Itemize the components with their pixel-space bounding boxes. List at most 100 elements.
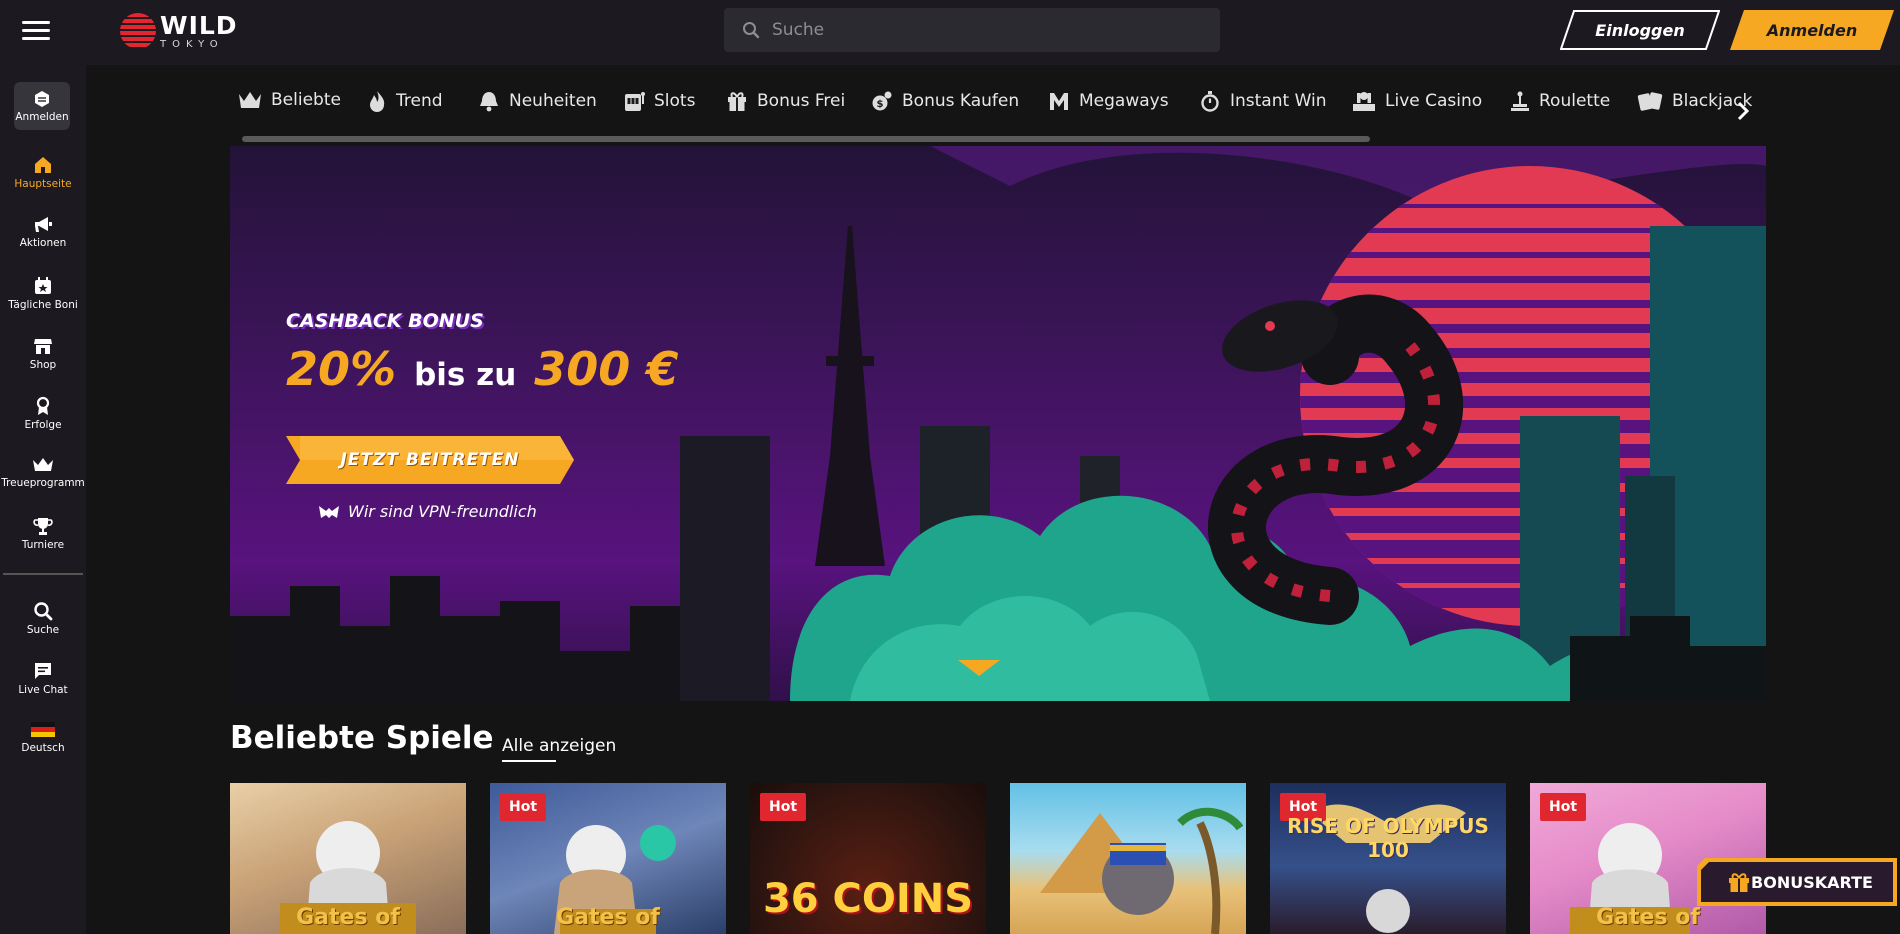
register-button[interactable]: Anmelden: [1730, 10, 1894, 50]
category-neuheiten[interactable]: Neuheiten: [478, 90, 597, 112]
game-card[interactable]: Hot Gates of: [490, 783, 726, 934]
game-caption: Gates of: [1596, 905, 1700, 930]
sidebar-item-hauptseite[interactable]: Hauptseite: [0, 155, 86, 205]
stopwatch-icon: [1201, 91, 1219, 112]
category-label: Neuheiten: [509, 91, 597, 111]
bonus-card-button[interactable]: BONUSKARTE: [1697, 858, 1897, 906]
login-button-label: Einloggen: [1595, 20, 1685, 40]
show-all-underline: [502, 760, 556, 762]
bonus-card-label: BONUSKARTE: [1751, 872, 1873, 892]
sidebar-item-deutsch[interactable]: Deutsch: [0, 721, 86, 771]
chevron-right-icon[interactable]: [1732, 97, 1754, 125]
bell-icon: [480, 92, 498, 112]
vpn-note-text: Wir sind VPN-freundlich: [348, 502, 537, 521]
brand-logo[interactable]: WILD TOKYO: [120, 11, 238, 51]
sidebar-login-label: Anmelden: [15, 111, 69, 123]
sidebar-item-suche[interactable]: Suche: [0, 601, 86, 651]
sidebar-item-label: Hauptseite: [14, 178, 72, 190]
sidebar-item-shop[interactable]: Shop: [0, 336, 86, 386]
section-title: Beliebte Spiele: [230, 720, 494, 756]
category-label: Slots: [654, 91, 696, 111]
game-card[interactable]: [1010, 783, 1246, 934]
show-all-link[interactable]: Alle anzeigen: [502, 736, 616, 756]
gift-icon: [728, 92, 746, 111]
join-now-label: JETZT BEITRETEN: [340, 450, 520, 470]
category-beliebte[interactable]: Beliebte: [238, 90, 341, 110]
search-bar[interactable]: [724, 8, 1220, 52]
category-megaways[interactable]: Megaways: [1048, 90, 1169, 112]
sidebar-item-label: Suche: [26, 624, 60, 636]
category-bonus-frei[interactable]: Bonus Frei: [726, 90, 845, 112]
crown-icon: [33, 458, 53, 471]
category-roulette[interactable]: Roulette: [1510, 90, 1610, 112]
game-card[interactable]: Hot RISE OF OLYMPUS 100: [1270, 783, 1506, 934]
category-label: Beliebte: [271, 90, 341, 110]
game-thumbnail: [1040, 807, 1244, 934]
roulette-icon: [1511, 91, 1529, 111]
germany-flag-icon: [31, 722, 55, 737]
hero-percent: 20%: [286, 342, 397, 396]
login-button[interactable]: Einloggen: [1559, 10, 1721, 50]
category-scrollbar-thumb[interactable]: [242, 136, 1370, 142]
sidebar-login-button[interactable]: Anmelden: [14, 82, 70, 130]
hero-artwork: [230, 146, 1766, 701]
calendar-star-icon: [35, 277, 51, 294]
hero-banner[interactable]: CASHBACK BONUS 20% bis zu 300 € JETZT BE…: [230, 146, 1766, 701]
hero-kicker: CASHBACK BONUS: [286, 310, 484, 332]
game-card[interactable]: Gates of: [230, 783, 466, 934]
logo-name-top: WILD: [160, 10, 238, 40]
category-instant-win[interactable]: Instant Win: [1199, 90, 1327, 112]
flame-icon: [370, 91, 385, 112]
logo-name-bottom: TOKYO: [160, 38, 224, 50]
category-label: Bonus Kaufen: [902, 91, 1020, 111]
dealer-icon: [1353, 92, 1375, 111]
sidebar-item-live-chat[interactable]: Live Chat: [0, 661, 86, 711]
sidebar-item-turniere[interactable]: Turniere: [0, 516, 86, 566]
home-icon: [35, 157, 51, 173]
sidebar-item-label: Treueprogramm: [1, 477, 85, 489]
sidebar-item-label: Turniere: [21, 539, 65, 551]
shop-icon: [34, 339, 52, 354]
search-input[interactable]: [772, 20, 1192, 40]
scroll-down-icon[interactable]: [958, 658, 1000, 678]
sidebar: Anmelden Hauptseite Aktionen Tägliche Bo…: [0, 65, 86, 934]
game-caption: 36 COINS: [762, 876, 974, 922]
svg-text:$: $: [877, 99, 884, 110]
category-label: Live Casino: [1385, 91, 1483, 111]
hot-badge: Hot: [1540, 793, 1587, 821]
sidebar-item-treueprogramm[interactable]: Treueprogramm: [0, 456, 86, 506]
hero-max-amount: 300 €: [534, 342, 679, 396]
sidebar-item-label: Live Chat: [18, 684, 68, 696]
search-icon: [743, 22, 760, 39]
game-caption: RISE OF OLYMPUS 100: [1287, 814, 1489, 862]
hot-badge: Hot: [760, 793, 807, 821]
menu-icon[interactable]: [22, 21, 50, 43]
category-slots[interactable]: Slots: [623, 90, 695, 112]
hero-upto: bis zu: [414, 357, 517, 393]
cards-icon: [1637, 92, 1663, 111]
game-card[interactable]: Hot 36 COINS: [750, 783, 986, 934]
game-caption: Gates of: [296, 905, 400, 930]
sidebar-item-label: Tägliche Boni: [8, 299, 78, 311]
slot-machine-icon: [625, 92, 645, 111]
register-button-label: Anmelden: [1766, 20, 1858, 40]
sidebar-item-label: Shop: [29, 359, 57, 371]
category-label: Instant Win: [1230, 91, 1327, 111]
join-now-button[interactable]: JETZT BEITRETEN: [286, 436, 574, 484]
sidebar-item-erfolge[interactable]: Erfolge: [0, 396, 86, 446]
logo-sun-icon: [120, 13, 156, 49]
sidebar-item-taegliche-boni[interactable]: Tägliche Boni: [0, 276, 86, 326]
m-icon: [1050, 93, 1068, 110]
sidebar-item-aktionen[interactable]: Aktionen: [0, 216, 86, 266]
mask-icon: [319, 505, 339, 518]
category-bonus-kaufen[interactable]: $ Bonus Kaufen: [871, 90, 1019, 112]
sidebar-item-label: Aktionen: [19, 237, 67, 249]
sidebar-divider: [3, 573, 83, 575]
sidebar-item-label: Deutsch: [21, 742, 65, 754]
category-label: Bonus Frei: [757, 91, 846, 111]
chat-icon: [35, 663, 51, 679]
category-label: Megaways: [1079, 91, 1169, 111]
category-live-casino[interactable]: Live Casino: [1352, 90, 1482, 112]
category-trend[interactable]: Trend: [367, 90, 443, 112]
coin-icon: $: [872, 91, 892, 111]
